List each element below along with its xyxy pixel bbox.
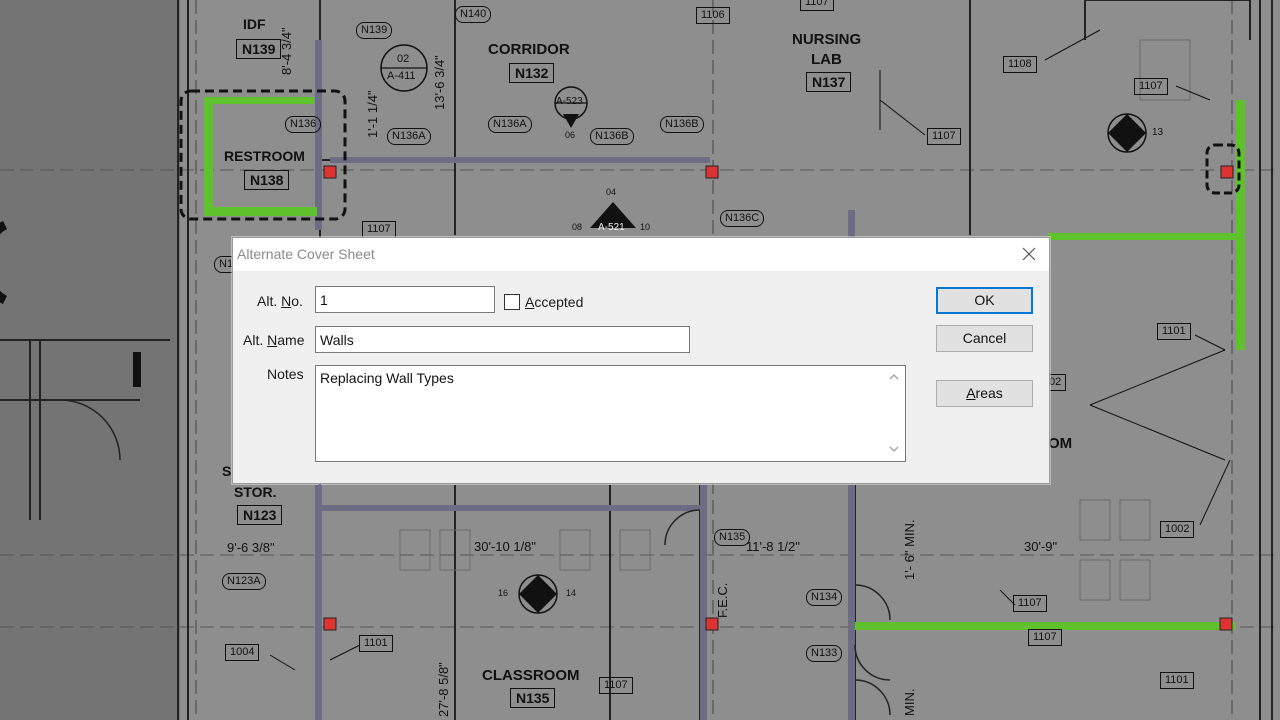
plan-dim-4: 9'-6 3/8" xyxy=(227,540,275,555)
plan-tag-1101b: 1101 xyxy=(1160,672,1194,689)
plan-label-stor: STOR. xyxy=(234,484,277,500)
areas-button[interactable]: Areas xyxy=(936,380,1033,407)
marker-5-label: A-521 xyxy=(524,588,551,599)
alt-no-input[interactable] xyxy=(315,286,495,313)
notes-scrollbar[interactable] xyxy=(884,367,904,460)
scroll-down-icon xyxy=(889,446,899,452)
accepted-label-rest: ccepted xyxy=(534,294,584,310)
alt-name-label-part2: ame xyxy=(277,332,305,348)
dialog-title-bar[interactable]: Alternate Cover Sheet xyxy=(233,238,1049,271)
areas-label-rest: reas xyxy=(975,385,1003,401)
plan-dim-7: 30'-9" xyxy=(1024,539,1058,554)
plan-tag-1107g: 1107 xyxy=(599,677,633,694)
ok-button[interactable]: OK xyxy=(936,287,1033,314)
plan-dim-5: 30'-10 1/8" xyxy=(474,539,537,554)
marker-3-right: 10 xyxy=(640,222,651,232)
cancel-button[interactable]: Cancel xyxy=(936,325,1033,352)
alt-name-label: Alt. Name xyxy=(243,332,304,348)
alt-name-input[interactable] xyxy=(315,326,690,353)
scroll-up-icon xyxy=(889,374,899,380)
plan-label-classroom: CLASSROOM xyxy=(482,667,580,684)
plan-label-idf: IDF xyxy=(243,16,266,32)
close-icon xyxy=(1022,247,1036,261)
plan-tag-1107c: 1107 xyxy=(927,128,961,145)
alt-no-label-mnemonic: N xyxy=(281,293,292,309)
plan-tag-n136: N136 xyxy=(285,116,322,133)
alt-no-label: Alt. No. xyxy=(257,293,303,309)
plan-tag-n140: N140 xyxy=(455,6,492,23)
marker-2-bottom: 06 xyxy=(565,130,576,140)
marker-4-right: 13 xyxy=(1152,127,1164,138)
alt-no-label-part2: o. xyxy=(291,293,303,309)
alt-no-label-part1: Alt. xyxy=(257,293,282,309)
marker-2-top: A-523 xyxy=(556,96,583,107)
plan-tag-1108: 1108 xyxy=(1003,56,1037,73)
dialog-title: Alternate Cover Sheet xyxy=(237,246,375,262)
plan-tag-n139: N139 xyxy=(236,39,282,59)
plan-dim-1: 8'-4 3/4" xyxy=(279,27,294,75)
plan-dim-2: 13'-6 3/4" xyxy=(432,55,447,110)
marker-1-bottom: A-411 xyxy=(387,70,416,82)
marker-1-top: 02 xyxy=(397,53,410,65)
plan-tag-n139b: N139 xyxy=(356,22,393,39)
plan-dim-3: 1'-1 1/4" xyxy=(365,90,380,138)
plan-label-lab: LAB xyxy=(811,51,842,68)
plan-dim-8: 1'- 6" MIN. xyxy=(902,519,917,580)
plan-tag-1107a: 1107 xyxy=(800,0,834,11)
accepted-label-mnemonic: A xyxy=(525,294,535,310)
alternate-cover-sheet-dialog: Alternate Cover Sheet Alt. No. Accepted … xyxy=(232,237,1050,484)
plan-tag-1101a: 1101 xyxy=(1157,323,1191,340)
plan-label-om: OM xyxy=(1048,435,1073,452)
plan-tag-n137: N137 xyxy=(806,72,852,92)
plan-tag-n136a2: N136A xyxy=(488,116,532,133)
plan-dim-11: MIN. xyxy=(902,688,917,716)
plan-tag-1106: 1106 xyxy=(696,7,730,24)
alt-name-label-mnemonic: N xyxy=(267,332,278,348)
plan-tag-n123a: N123A xyxy=(222,573,266,590)
marker-3-top: 04 xyxy=(606,187,617,197)
marker-5-right: 14 xyxy=(566,588,577,598)
plan-tag-n136a: N136A xyxy=(387,128,431,145)
notes-textarea[interactable]: Replacing Wall Types xyxy=(315,365,906,462)
plan-tag-n135: N135 xyxy=(510,688,556,708)
plan-tag-1002: 1002 xyxy=(1160,521,1195,538)
plan-tag-n138: N138 xyxy=(244,170,290,190)
plan-tag-n132: N132 xyxy=(509,63,555,83)
plan-tag-n136c: N136C xyxy=(720,210,765,227)
plan-tag-1107e: 1107 xyxy=(1013,595,1047,612)
plan-tag-n136b2: N136B xyxy=(660,116,704,133)
plan-dim-10: F.E.C. xyxy=(715,582,730,618)
areas-label-mnemonic: A xyxy=(966,385,976,401)
marker-4-label: A-521 xyxy=(1114,127,1141,138)
plan-tag-1107f: 1107 xyxy=(1028,629,1062,646)
accepted-label[interactable]: Accepted xyxy=(525,294,583,310)
plan-label-restroom: RESTROOM xyxy=(224,148,305,164)
plan-tag-1101c: 1101 xyxy=(359,635,393,652)
plan-tag-n134: N134 xyxy=(806,589,843,606)
plan-tag-1107d: 1107 xyxy=(362,221,396,238)
notes-scrollbar-arrows xyxy=(889,374,899,452)
plan-dim-6: 11'-8 1/2" xyxy=(746,539,800,554)
notes-label: Notes xyxy=(267,366,304,382)
plan-label-nursing: NURSING xyxy=(792,31,862,48)
plan-tag-n133: N133 xyxy=(806,645,843,662)
plan-tag-n136b: N136B xyxy=(590,128,634,145)
plan-tag-1004: 1004 xyxy=(225,644,260,661)
plan-tag-n135b: N135 xyxy=(714,529,751,546)
plan-tag-n123: N123 xyxy=(237,505,283,525)
marker-3-label: A-521 xyxy=(598,222,625,233)
plan-label-corridor: CORRIDOR xyxy=(488,41,570,58)
accepted-checkbox[interactable] xyxy=(504,294,520,310)
marker-3-left: 08 xyxy=(572,222,583,232)
marker-5-left: 16 xyxy=(498,588,509,598)
plan-dim-9: 27'-8 5/8" xyxy=(436,662,451,717)
plan-label-s: S xyxy=(222,463,232,479)
plan-tag-1107b: 1107 xyxy=(1134,78,1168,95)
alt-name-label-part1: Alt. xyxy=(243,332,268,348)
close-button[interactable] xyxy=(1019,244,1039,264)
